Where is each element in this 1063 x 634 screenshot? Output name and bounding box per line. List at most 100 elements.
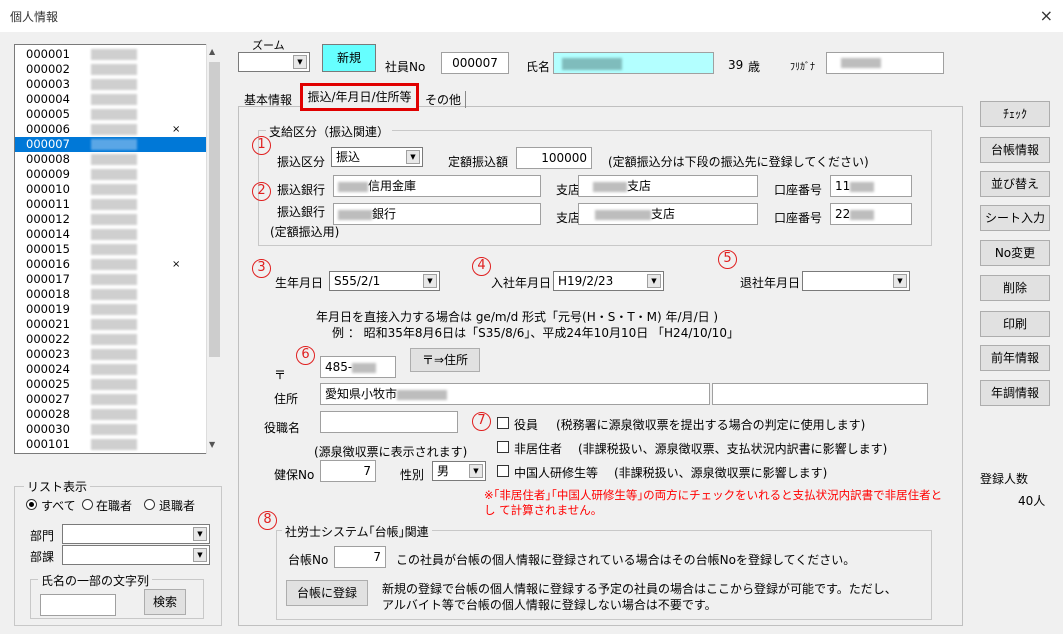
retire-select[interactable]: ▼ xyxy=(802,271,910,291)
list-item[interactable]: 000002 xyxy=(15,62,206,77)
list-item-id: 000016 xyxy=(26,257,70,271)
nonresident-checkbox[interactable] xyxy=(497,441,509,453)
list-item[interactable]: 000021 xyxy=(15,317,206,332)
no-change-button[interactable]: No変更 xyxy=(980,240,1050,266)
prev-year-button[interactable]: 前年情報 xyxy=(980,345,1050,371)
list-item[interactable]: 000018 xyxy=(15,287,206,302)
year-end-button[interactable]: 年調情報 xyxy=(980,380,1050,406)
scroll-thumb[interactable] xyxy=(209,62,220,357)
list-item[interactable]: 000101 xyxy=(15,437,206,452)
kana-field[interactable] xyxy=(826,52,944,74)
list-item[interactable]: 000001 xyxy=(15,47,206,62)
list-item[interactable]: 000030 xyxy=(15,422,206,437)
register-daicho-button[interactable]: 台帳に登録 xyxy=(286,580,368,606)
kenpo-field[interactable]: 7 xyxy=(320,460,376,482)
name-field[interactable] xyxy=(553,52,714,74)
list-item[interactable]: 000007 xyxy=(15,137,206,152)
scroll-down-icon[interactable]: ▼ xyxy=(209,440,215,449)
marker-7: 7 xyxy=(472,412,491,431)
birth-select[interactable]: S55/2/1 ▼ xyxy=(329,271,440,291)
list-item[interactable]: 000023 xyxy=(15,347,206,362)
sort-button[interactable]: 並び替え xyxy=(980,171,1050,197)
join-select[interactable]: H19/2/23 ▼ xyxy=(553,271,664,291)
list-item-id: 000015 xyxy=(26,242,70,256)
scroll-up-icon[interactable]: ▲ xyxy=(209,47,215,56)
list-item-name-redacted xyxy=(91,289,137,300)
nonresident-note: (非課税扱い、源泉徴収票、支払状況内訳書に影響します) xyxy=(578,442,888,456)
list-item[interactable]: 000028 xyxy=(15,407,206,422)
list-item-name-redacted xyxy=(91,139,137,150)
daicho-no-field[interactable]: 7 xyxy=(334,546,386,568)
list-item[interactable]: 000010 xyxy=(15,182,206,197)
emp-no-field[interactable]: 000007 xyxy=(441,52,509,74)
list-item[interactable]: 000016 × xyxy=(15,257,206,272)
bank1-field[interactable]: 信用金庫 xyxy=(333,175,541,197)
name-search-input[interactable] xyxy=(40,594,116,616)
section-select[interactable]: ▼ xyxy=(62,545,210,565)
list-item[interactable]: 000009 xyxy=(15,167,206,182)
addr2-field[interactable] xyxy=(712,383,928,405)
new-button[interactable]: 新規 xyxy=(322,44,376,72)
list-item[interactable]: 000022 xyxy=(15,332,206,347)
post-label: 役職名 xyxy=(264,421,301,435)
officer-checkbox[interactable] xyxy=(497,417,509,429)
acct1-field[interactable]: 11 xyxy=(830,175,912,197)
acct2-field[interactable]: 22 xyxy=(830,203,912,225)
list-item[interactable]: 000015 xyxy=(15,242,206,257)
list-item[interactable]: 000025 xyxy=(15,377,206,392)
list-item-name-redacted xyxy=(91,424,137,435)
bank2-field[interactable]: 銀行 xyxy=(333,203,541,225)
list-item[interactable]: 000024 xyxy=(15,362,206,377)
list-item-id: 000027 xyxy=(26,392,70,406)
list-item[interactable]: 000004 xyxy=(15,92,206,107)
print-button[interactable]: 印刷 xyxy=(980,311,1050,337)
search-button[interactable]: 検索 xyxy=(144,589,186,615)
list-item-id: 000023 xyxy=(26,347,70,361)
list-item[interactable]: 000027 xyxy=(15,392,206,407)
list-item[interactable]: 000003 xyxy=(15,77,206,92)
list-item[interactable]: 000005 xyxy=(15,107,206,122)
radio-retired[interactable] xyxy=(144,499,155,510)
list-item[interactable]: 000014 xyxy=(15,227,206,242)
daicho-info-button[interactable]: 台帳情報 xyxy=(980,137,1050,163)
delete-button[interactable]: 削除 xyxy=(980,275,1050,301)
post-field[interactable] xyxy=(320,411,458,433)
list-scrollbar[interactable]: ▲ ▼ xyxy=(206,44,222,454)
list-item-name-redacted xyxy=(91,199,137,210)
zip-field[interactable]: 485- xyxy=(320,356,396,378)
list-item[interactable]: 000008 xyxy=(15,152,206,167)
list-item[interactable]: 000011 xyxy=(15,197,206,212)
addr1-field[interactable]: 愛知県小牧市 xyxy=(320,383,710,405)
list-item-id: 000017 xyxy=(26,272,70,286)
branch1-field[interactable]: 支店 xyxy=(578,175,758,197)
kenpo-label: 健保No xyxy=(274,468,315,482)
birth-label: 生年月日 xyxy=(275,276,324,290)
list-item[interactable]: 000012 xyxy=(15,212,206,227)
tab-basic[interactable]: 基本情報 xyxy=(244,91,292,108)
radio-all-label: すべて xyxy=(41,499,76,513)
radio-active[interactable] xyxy=(82,499,93,510)
list-item[interactable]: 000017 xyxy=(15,272,206,287)
teigaku-field[interactable]: 100000 xyxy=(516,147,592,169)
radio-all[interactable] xyxy=(26,499,37,510)
branch2-field[interactable]: 支店 xyxy=(578,203,758,225)
list-item[interactable]: 000006 × xyxy=(15,122,206,137)
employee-list[interactable]: 000001 000002 000003 000004 000005 000006 × 000… xyxy=(14,44,222,454)
kubun-select[interactable]: 振込 ▼ xyxy=(331,147,423,167)
marker-8: 8 xyxy=(258,511,277,530)
check-button[interactable]: ﾁｪｯｸ xyxy=(980,101,1050,127)
sheet-input-button[interactable]: シート入力 xyxy=(980,205,1050,231)
zoom-select[interactable]: ▼ xyxy=(238,52,310,72)
list-item[interactable]: 000019 xyxy=(15,302,206,317)
zip-to-address-button[interactable]: 〒⇒住所 xyxy=(410,348,480,372)
close-icon[interactable]: × xyxy=(1040,6,1053,25)
list-item-name-redacted xyxy=(91,94,137,105)
dept-select[interactable]: ▼ xyxy=(62,524,210,544)
list-item-mark: × xyxy=(172,259,181,270)
list-item-id: 000025 xyxy=(26,377,70,391)
trainee-checkbox[interactable] xyxy=(497,465,509,477)
kana-redacted xyxy=(841,58,881,68)
sex-select[interactable]: 男 ▼ xyxy=(432,461,486,481)
tab-transfer[interactable]: 振込/年月日/住所等 xyxy=(300,83,419,111)
tab-other[interactable]: その他 xyxy=(425,91,467,108)
